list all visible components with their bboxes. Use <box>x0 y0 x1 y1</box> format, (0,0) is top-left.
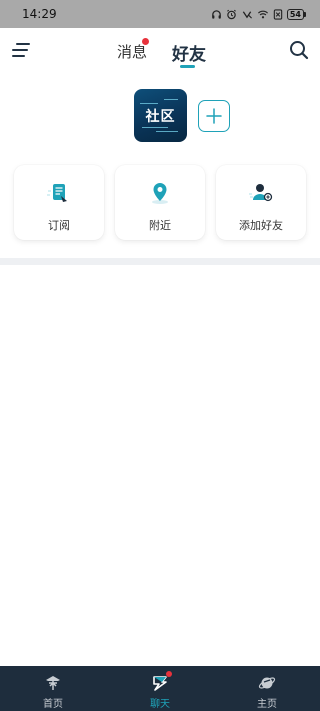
home-icon <box>46 676 60 690</box>
profile-planet-icon <box>258 677 276 689</box>
nav-chat[interactable]: 聊天 <box>125 666 195 711</box>
vibrate-icon <box>242 10 252 19</box>
subscribe-card[interactable]: 订阅 <box>14 165 104 240</box>
nav-home-label: 首页 <box>43 699 63 710</box>
nav-chat-label: 聊天 <box>150 699 170 710</box>
active-tab-indicator <box>180 65 195 68</box>
menu-button[interactable] <box>11 41 31 59</box>
add-friend-card[interactable]: 添加好友 <box>216 165 306 240</box>
logo-decor-line <box>140 103 158 104</box>
add-friend-card-label: 添加好友 <box>239 219 283 232</box>
community-logo[interactable]: 社区 <box>134 89 187 142</box>
battery-tip <box>304 11 306 17</box>
community-logo-text: 社区 <box>145 108 176 125</box>
add-community-button[interactable] <box>198 100 230 132</box>
top-header: 消息 好友 <box>0 28 320 72</box>
plus-icon <box>206 108 222 124</box>
status-time: 14:29 <box>22 7 57 21</box>
nav-home[interactable]: 首页 <box>18 666 88 711</box>
logo-decor-line <box>164 99 178 100</box>
logo-decor-line <box>156 131 178 132</box>
bottom-nav: 首页 聊天 主页 <box>0 666 320 711</box>
status-bar: 14:29 54 <box>0 0 320 28</box>
battery-level: 54 <box>286 8 304 20</box>
nearby-card-label: 附近 <box>149 219 171 232</box>
nav-profile-label: 主页 <box>257 699 277 710</box>
headphones-icon <box>212 9 221 19</box>
nearby-card[interactable]: 附近 <box>115 165 205 240</box>
subscribe-card-label: 订阅 <box>48 219 70 232</box>
messages-badge <box>142 38 149 45</box>
subscribe-icon <box>47 184 67 202</box>
search-button[interactable] <box>289 40 309 60</box>
logo-decor-line <box>142 127 168 128</box>
status-icons: 54 <box>211 8 306 20</box>
chat-badge <box>166 671 172 677</box>
wifi-icon <box>257 10 268 18</box>
location-pin-icon <box>152 183 168 204</box>
add-friend-icon <box>249 184 273 202</box>
battery-indicator: 54 <box>286 8 306 20</box>
search-icon <box>290 41 309 60</box>
sim-icon <box>273 8 283 20</box>
alarm-icon <box>226 9 236 19</box>
sliders-menu-icon <box>12 43 30 57</box>
tab-friends[interactable]: 好友 <box>172 40 206 65</box>
nav-profile[interactable]: 主页 <box>232 666 302 711</box>
section-divider <box>0 258 320 265</box>
chat-icon <box>153 676 167 691</box>
